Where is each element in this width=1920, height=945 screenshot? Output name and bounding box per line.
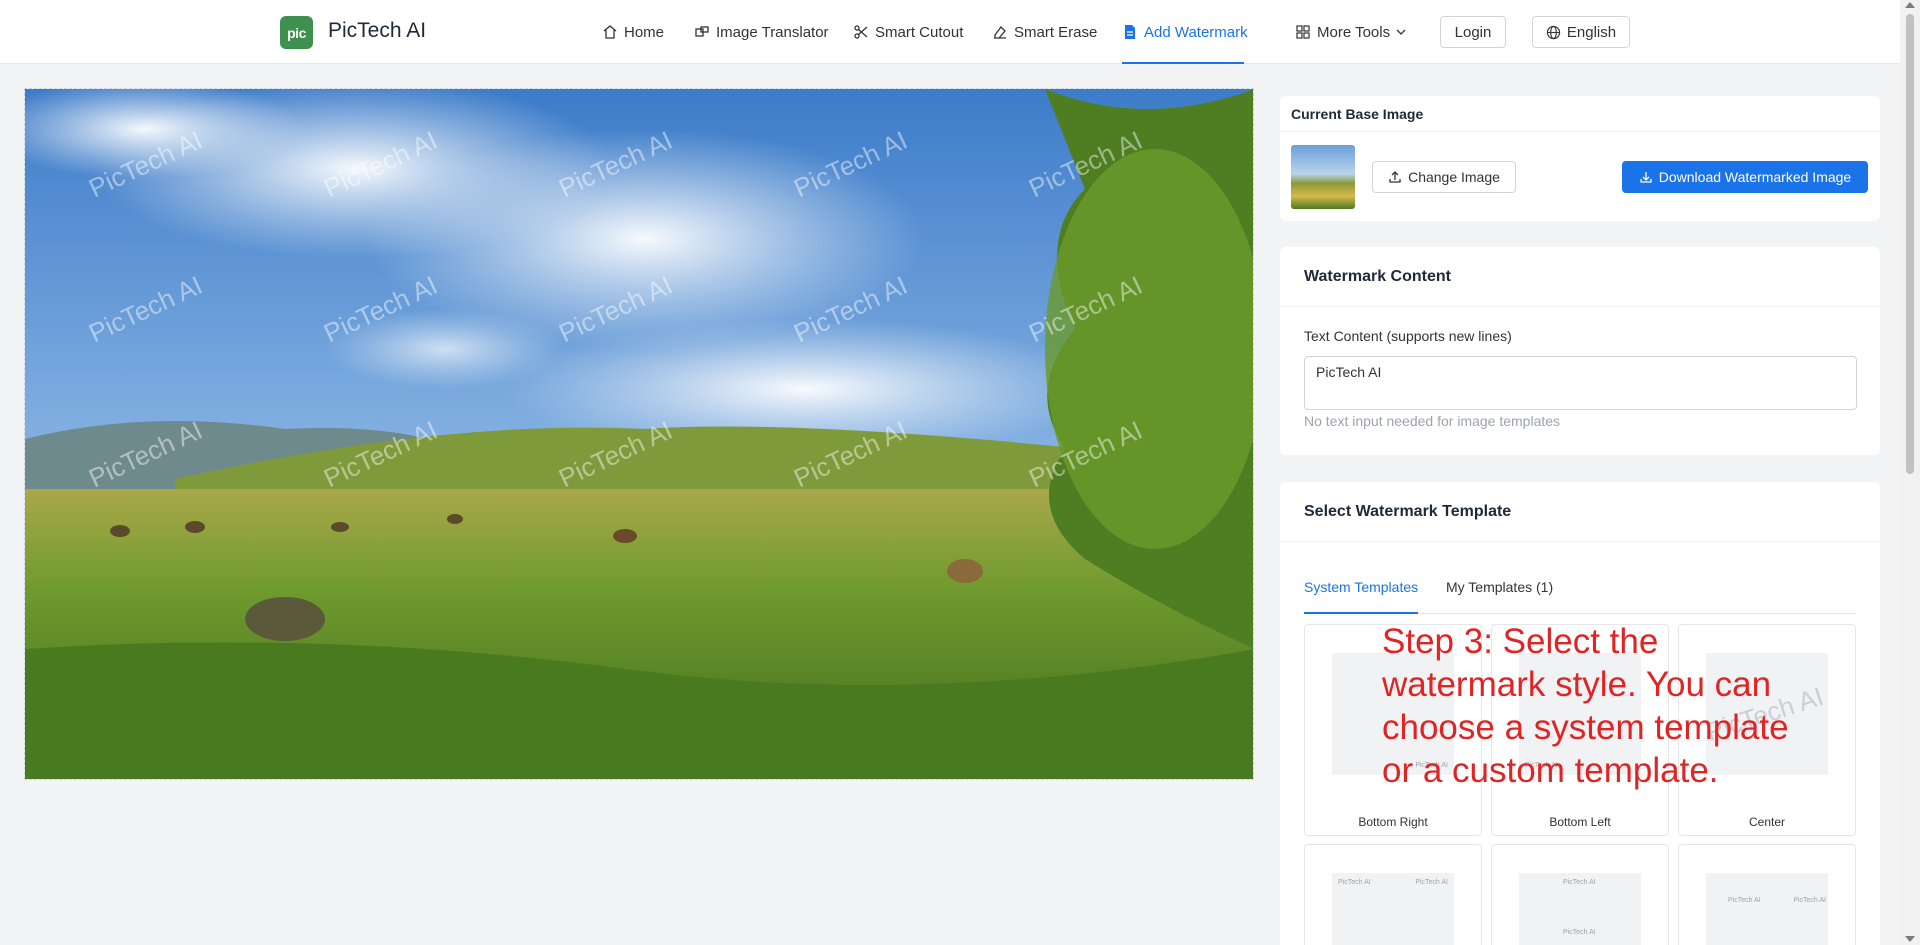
- eraser-icon: [994, 26, 1006, 39]
- change-image-button[interactable]: Change Image: [1372, 161, 1516, 193]
- template-thumb-text: PicTech AI: [1563, 879, 1596, 886]
- scissors-icon: [854, 25, 868, 39]
- watermark-preview: PicTech AI PicTech AI PicTech AI PicTech…: [24, 88, 1254, 780]
- watermark-text: PicTech AI: [84, 124, 207, 204]
- language-button[interactable]: English: [1532, 16, 1630, 48]
- template-thumbnail: PicTech AI PicTech AI: [1332, 873, 1454, 945]
- brand-logo[interactable]: pic: [280, 16, 313, 49]
- nav-more-tools[interactable]: More Tools: [1295, 0, 1406, 64]
- watermark-text: PicTech AI: [1024, 124, 1147, 204]
- language-label: English: [1566, 23, 1617, 41]
- text-content-hint: No text input needed for image templates: [1304, 413, 1561, 429]
- document-icon: [1125, 25, 1135, 39]
- watermark-content-card: Watermark Content Text Content (supports…: [1280, 247, 1880, 455]
- page-scrollbar[interactable]: [1900, 0, 1920, 945]
- change-image-label: Change Image: [1408, 169, 1500, 185]
- template-tile[interactable]: PicTech AI PicTech AI: [1491, 844, 1669, 945]
- scroll-thumb[interactable]: [1906, 14, 1914, 474]
- base-image-thumbnail[interactable]: [1291, 145, 1355, 209]
- template-tile[interactable]: PicTech AI PicTech AI: [1678, 844, 1856, 945]
- watermark-text: PicTech AI: [1024, 269, 1147, 349]
- download-icon: [1640, 172, 1652, 183]
- nav-add-watermark-label: Add Watermark: [1144, 23, 1248, 41]
- nav-home-label: Home: [624, 23, 665, 41]
- home-icon: [603, 25, 617, 39]
- grid-icon: [1296, 25, 1310, 39]
- watermark-text: PicTech AI: [84, 414, 207, 494]
- template-thumbnail: PicTech AI PicTech AI: [1706, 873, 1828, 945]
- globe-icon: [1546, 25, 1561, 39]
- template-thumb-text: PicTech AI: [1793, 897, 1826, 904]
- watermark-text: PicTech AI: [554, 414, 677, 494]
- download-watermarked-button[interactable]: Download Watermarked Image: [1622, 161, 1868, 193]
- upload-icon: [1389, 171, 1401, 183]
- template-label: Bottom Right: [1358, 815, 1428, 829]
- scroll-down-arrow[interactable]: [1905, 936, 1915, 942]
- nav-home[interactable]: Home: [602, 0, 664, 64]
- watermark-content-title: Watermark Content: [1280, 247, 1880, 307]
- nav-add-watermark[interactable]: Add Watermark: [1122, 0, 1248, 64]
- watermark-text: PicTech AI: [1024, 414, 1147, 494]
- watermark-text: PicTech AI: [319, 124, 442, 204]
- template-tabs: System Templates My Templates (1): [1304, 574, 1857, 614]
- template-thumb-text: PicTech AI: [1728, 897, 1761, 904]
- login-button[interactable]: Login: [1440, 16, 1506, 48]
- download-watermarked-label: Download Watermarked Image: [1658, 169, 1852, 185]
- template-title: Select Watermark Template: [1280, 482, 1880, 542]
- watermark-text: PicTech AI: [554, 269, 677, 349]
- tab-system-templates[interactable]: System Templates: [1304, 574, 1419, 614]
- base-image-title: Current Base Image: [1280, 96, 1880, 132]
- watermark-text: PicTech AI: [319, 414, 442, 494]
- nav-smart-erase[interactable]: Smart Erase: [992, 0, 1097, 64]
- template-thumb-text: PicTech AI: [1338, 879, 1371, 886]
- template-thumb-text: PicTech AI: [1563, 929, 1596, 936]
- nav-smart-cutout[interactable]: Smart Cutout: [853, 0, 963, 64]
- watermark-text: PicTech AI: [789, 269, 912, 349]
- watermark-text: PicTech AI: [319, 269, 442, 349]
- top-header: pic PicTech AI Home Image Translator Sma…: [0, 0, 1900, 64]
- nav-smart-cutout-label: Smart Cutout: [875, 23, 964, 41]
- watermark-text: PicTech AI: [789, 124, 912, 204]
- scroll-up-arrow[interactable]: [1905, 2, 1915, 8]
- text-content-label: Text Content (supports new lines): [1304, 328, 1512, 344]
- template-thumb-text: PicTech AI: [1415, 879, 1448, 886]
- template-tile[interactable]: PicTech AI PicTech AI: [1304, 844, 1482, 945]
- tab-my-templates[interactable]: My Templates (1): [1446, 574, 1553, 614]
- nav-more-tools-label: More Tools: [1317, 23, 1391, 41]
- base-image-card: Current Base Image Change Image Download…: [1280, 96, 1880, 221]
- text-content-input[interactable]: PicTech AI: [1304, 356, 1857, 410]
- active-tab-indicator: [1122, 62, 1244, 64]
- step-annotation: Step 3: Select the watermark style. You …: [1382, 622, 1789, 790]
- template-thumbnail: PicTech AI PicTech AI: [1519, 873, 1641, 945]
- watermark-text: PicTech AI: [554, 124, 677, 204]
- watermark-text: PicTech AI: [84, 269, 207, 349]
- brand-name[interactable]: PicTech AI: [328, 19, 426, 43]
- nav-smart-erase-label: Smart Erase: [1014, 23, 1098, 41]
- chevron-down-icon: [1396, 29, 1406, 35]
- watermark-overlay: PicTech AI PicTech AI PicTech AI PicTech…: [25, 89, 1253, 779]
- watermark-text: PicTech AI: [789, 414, 912, 494]
- nav-image-translator-label: Image Translator: [716, 23, 829, 41]
- template-label: Center: [1748, 815, 1786, 829]
- template-label: Bottom Left: [1549, 815, 1611, 829]
- nav-image-translator[interactable]: Image Translator: [694, 0, 829, 64]
- translate-icon: [695, 26, 709, 37]
